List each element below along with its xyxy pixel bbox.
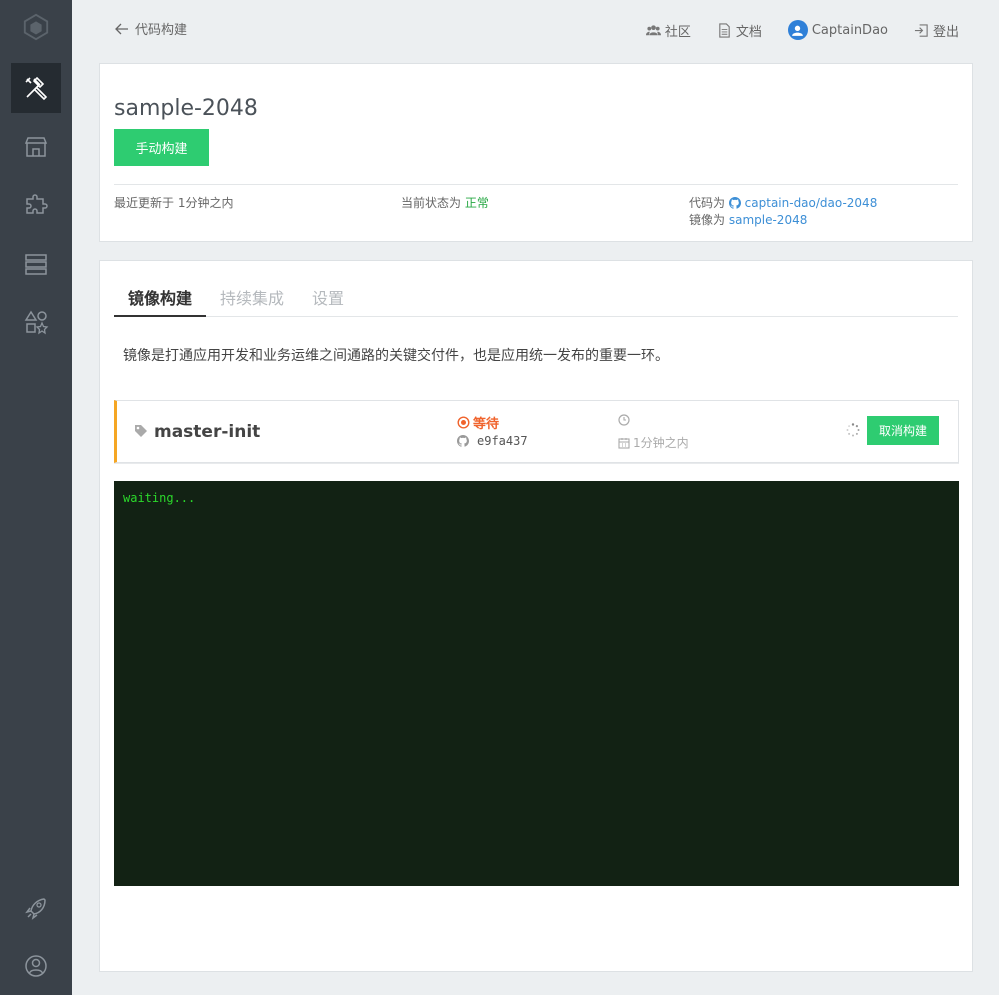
clock-icon — [618, 414, 630, 426]
back-link[interactable]: 代码构建 — [115, 19, 187, 38]
store-icon — [24, 137, 48, 157]
status-label: 等待 — [473, 417, 500, 432]
avatar — [787, 20, 808, 40]
sidebar-item-store[interactable] — [11, 122, 61, 172]
avatar-icon — [792, 25, 804, 36]
branch-name: master-init — [154, 422, 261, 442]
github-icon — [457, 435, 469, 447]
logout-icon — [914, 23, 928, 37]
logo-icon[interactable] — [21, 12, 51, 42]
document-icon — [719, 22, 730, 38]
tab-bar: 镜像构建 持续集成 设置 — [114, 281, 958, 317]
logout-link[interactable]: 登出 — [914, 21, 959, 40]
sidebar-item-account[interactable] — [11, 941, 61, 991]
sidebar-item-plugins[interactable] — [11, 180, 61, 230]
source-info: 代码为 captain-dao/dao-2048 镜像为 sample-2048 — [689, 195, 877, 229]
docs-label: 文档 — [735, 24, 762, 40]
last-updated: 最近更新于 1分钟之内 — [114, 195, 233, 212]
sidebar-item-build[interactable] — [11, 63, 61, 113]
code-repo-link[interactable]: captain-dao/dao-2048 — [745, 196, 878, 210]
server-icon — [25, 254, 47, 275]
user-circle-icon — [25, 955, 47, 977]
project-title: sample-2048 — [114, 96, 258, 121]
build-row[interactable]: master-init 等待 e9fa437 1分钟之内 取消构建 — [114, 400, 959, 463]
spinner-icon — [846, 423, 860, 437]
user-menu[interactable]: CaptainDao — [787, 20, 888, 40]
code-prefix: 代码为 — [689, 196, 726, 210]
tab-image-build[interactable]: 镜像构建 — [114, 281, 207, 317]
cancel-build-button[interactable]: 取消构建 — [867, 416, 939, 445]
tab-settings[interactable]: 设置 — [298, 281, 358, 317]
docs-link[interactable]: 文档 — [717, 21, 762, 40]
build-log-text: waiting... — [123, 491, 196, 505]
status-prefix: 当前状态为 — [401, 196, 462, 210]
current-status: 当前状态为 正常 — [401, 195, 489, 212]
image-prefix: 镜像为 — [689, 213, 726, 227]
commit-info: e9fa437 — [457, 434, 528, 448]
tab-description: 镜像是打通应用开发和业务运维之间通路的关键交付件，也是应用统一发布的重要一环。 — [123, 348, 669, 364]
username: CaptainDao — [811, 22, 888, 38]
image-link[interactable]: sample-2048 — [729, 213, 808, 227]
back-label: 代码构建 — [135, 23, 188, 38]
divider — [114, 184, 958, 185]
puzzle-icon — [26, 194, 48, 214]
arrow-left-icon — [115, 23, 128, 34]
sidebar-item-apps[interactable] — [11, 297, 61, 347]
build-time: 1分钟之内 — [618, 434, 689, 451]
project-summary-card: sample-2048 手动构建 最近更新于 1分钟之内 当前状态为 正常 代码… — [99, 63, 973, 242]
status-value: 正常 — [464, 196, 489, 210]
users-icon — [645, 24, 661, 35]
manual-build-button[interactable]: 手动构建 — [114, 129, 209, 166]
rocket-icon — [25, 898, 46, 920]
calendar-icon — [618, 437, 630, 449]
sidebar — [0, 0, 72, 995]
logout-label: 登出 — [932, 24, 959, 40]
build-status: 等待 — [457, 413, 499, 432]
commit-hash[interactable]: e9fa437 — [477, 434, 528, 448]
github-icon — [728, 197, 741, 209]
top-nav: 社区 文档 CaptainDao 登出 — [645, 20, 959, 40]
builds-card: 镜像构建 持续集成 设置 镜像是打通应用开发和业务运维之间通路的关键交付件，也是… — [99, 260, 973, 972]
shapes-icon — [24, 310, 49, 335]
tools-icon — [25, 76, 48, 101]
tag-icon — [135, 425, 147, 437]
sidebar-item-deploy[interactable] — [11, 883, 61, 933]
build-log-terminal[interactable]: waiting... — [114, 481, 959, 886]
last-updated-value: 1分钟之内 — [177, 196, 234, 210]
community-link[interactable]: 社区 — [645, 21, 691, 40]
community-label: 社区 — [664, 24, 691, 40]
tab-ci[interactable]: 持续集成 — [206, 281, 298, 317]
status-dot-icon — [457, 416, 470, 429]
last-updated-prefix: 最近更新于 — [114, 196, 175, 210]
sidebar-item-servers[interactable] — [11, 239, 61, 289]
time-label: 1分钟之内 — [633, 436, 689, 450]
